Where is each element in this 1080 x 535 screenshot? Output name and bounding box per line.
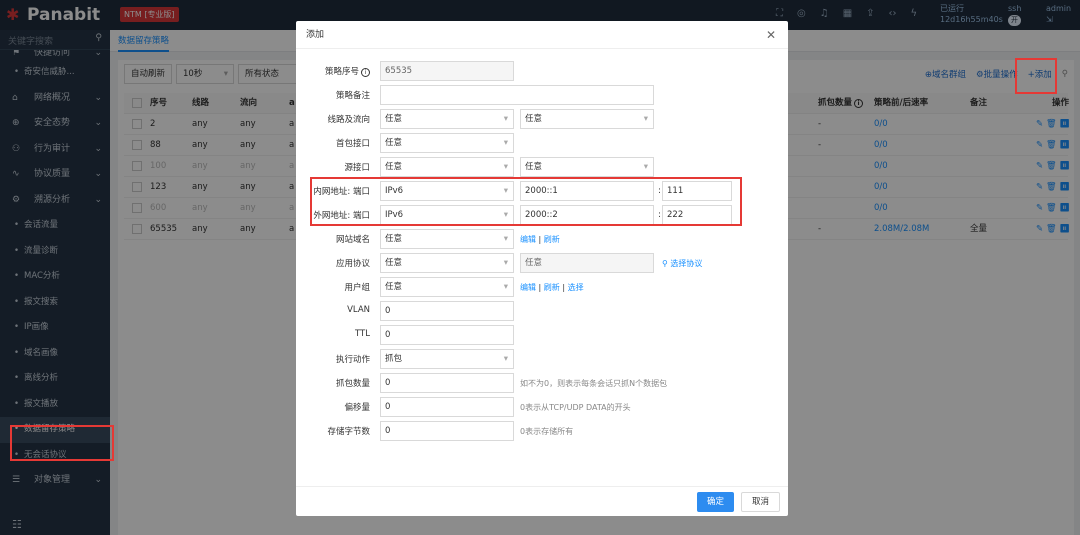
row-app: 应用协议 任意 任意 ⚲ 选择协议	[296, 253, 788, 273]
edit-link[interactable]: 编辑	[520, 283, 536, 292]
row-action: 执行动作 抓包	[296, 349, 788, 369]
close-icon[interactable]: ✕	[766, 28, 776, 42]
bytes-input[interactable]: 0	[380, 421, 514, 441]
info-icon: i	[361, 68, 370, 77]
refresh-link[interactable]: 刷新	[544, 235, 560, 244]
src-interface-select-2[interactable]: 任意	[520, 157, 654, 177]
app-protocol-display: 任意	[520, 253, 654, 273]
row-first-if: 首包接口 任意	[296, 133, 788, 153]
row-usergroup: 用户组 任意 编辑 | 刷新 | 选择	[296, 277, 788, 297]
address-highlight	[310, 177, 742, 226]
dialog-title: 添加	[296, 21, 788, 49]
row-capcount: 抓包数量 0 如不为0，则表示每条会话只抓N个数据包	[296, 373, 788, 393]
action-select[interactable]: 抓包	[380, 349, 514, 369]
ok-button[interactable]: 确定	[696, 492, 734, 512]
refresh-link[interactable]: 刷新	[544, 283, 560, 292]
select-protocol-link[interactable]: ⚲ 选择协议	[662, 258, 702, 269]
cancel-button[interactable]: 取消	[740, 492, 780, 512]
vlan-input[interactable]: 0	[380, 301, 514, 321]
app-protocol-select[interactable]: 任意	[380, 253, 514, 273]
offset-input[interactable]: 0	[380, 397, 514, 417]
usergroup-select[interactable]: 任意	[380, 277, 514, 297]
row-site: 网站域名 任意 编辑 | 刷新	[296, 229, 788, 249]
row-line: 线路及流向 任意 任意	[296, 109, 788, 129]
site-domain-select[interactable]: 任意	[380, 229, 514, 249]
row-bytes: 存储字节数 0 0表示存储所有	[296, 421, 788, 441]
src-interface-select[interactable]: 任意	[380, 157, 514, 177]
row-vlan: VLAN 0	[296, 301, 788, 321]
select-link[interactable]: 选择	[568, 283, 584, 292]
first-interface-select[interactable]: 任意	[380, 133, 514, 153]
ttl-input[interactable]: 0	[380, 325, 514, 345]
sidebar-highlight	[10, 425, 114, 461]
row-policy-no: 策略序号 i 65535	[296, 61, 788, 81]
add-highlight	[1015, 58, 1057, 94]
direction-select[interactable]: 任意	[520, 109, 654, 129]
note-input[interactable]	[380, 85, 654, 105]
edit-link[interactable]: 编辑	[520, 235, 536, 244]
row-note: 策略备注	[296, 85, 788, 105]
row-offset: 偏移量 0 0表示从TCP/UDP DATA的开头	[296, 397, 788, 417]
line-select[interactable]: 任意	[380, 109, 514, 129]
row-ttl: TTL 0	[296, 325, 788, 345]
add-dialog: 添加 ✕ 策略序号i 65535 策略备注 线路及流向 任意 任意 首包接口 任…	[296, 21, 788, 516]
dialog-footer: 确定 取消	[296, 486, 788, 516]
row-src-if: 源接口 任意 任意	[296, 157, 788, 177]
capture-count-input[interactable]: 0	[380, 373, 514, 393]
policy-no-input[interactable]: 65535	[380, 61, 514, 81]
search-icon: ⚲	[662, 259, 668, 268]
